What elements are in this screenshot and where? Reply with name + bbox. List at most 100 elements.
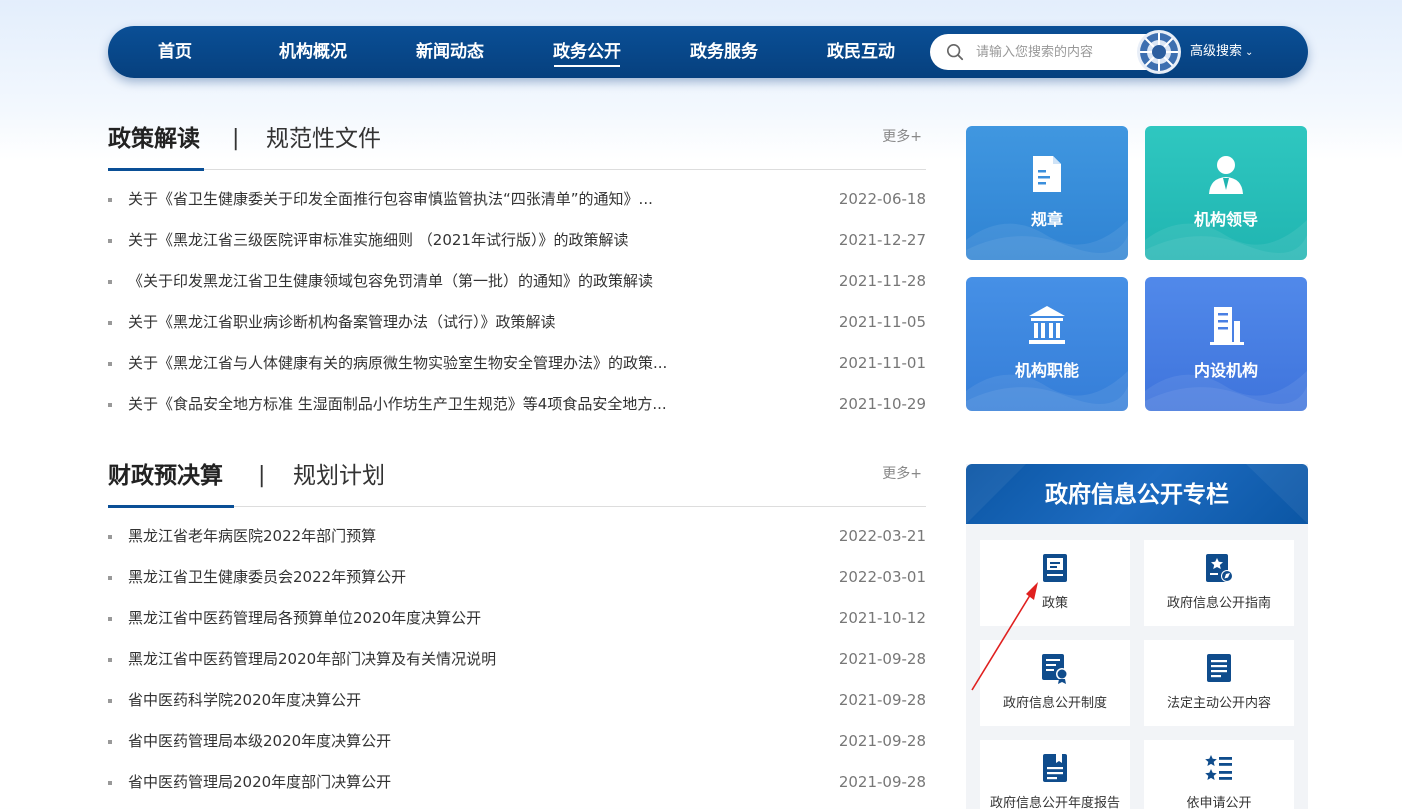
- institution-icon: [1029, 306, 1065, 344]
- bullet: [108, 362, 112, 366]
- list-item-date: 2021-09-28: [838, 691, 926, 709]
- info-card-guide[interactable]: 政府信息公开指南: [1144, 540, 1294, 626]
- policy-section: 政策解读 | 规范性文件 更多+ 关于《省卫生健康委关于印发全面推行包容审慎监管…: [108, 124, 926, 425]
- national-emblem-icon[interactable]: [1136, 29, 1182, 75]
- list-item-title[interactable]: 关于《食品安全地方标准 生湿面制品小作坊生产卫生规范》等4项食品安全地方...: [128, 384, 728, 425]
- list-item-title[interactable]: 省中医药科学院2020年度决算公开: [128, 680, 728, 721]
- list-item-date: 2022-06-18: [838, 190, 926, 208]
- tab-budget-final-accounts[interactable]: 财政预决算: [108, 461, 234, 508]
- list-item[interactable]: 黑龙江省卫生健康委员会2022年预算公开 2022-03-01: [108, 557, 926, 598]
- list-item-title[interactable]: 关于《黑龙江省职业病诊断机构备案管理办法（试行）》政策解读: [128, 302, 728, 343]
- document-icon: [1033, 156, 1061, 192]
- tile-label: 内设机构: [1193, 361, 1258, 380]
- nav-item-home[interactable]: 首页: [120, 26, 230, 78]
- list-item-title[interactable]: 黑龙江省中医药管理局2020年部门决算及有关情况说明: [128, 639, 728, 680]
- list-item-title[interactable]: 黑龙江省中医药管理局各预算单位2020年度决算公开: [128, 598, 728, 639]
- info-card-system[interactable]: 政府信息公开制度: [980, 640, 1130, 726]
- policy-section-header: 政策解读 | 规范性文件 更多+: [108, 124, 926, 171]
- building-icon: [1210, 307, 1244, 345]
- top-navigation: 首页 机构概况 新闻动态 政务公开 政务服务 政民互动 高级搜索⌄: [108, 26, 1308, 78]
- info-card-statutory-content[interactable]: 法定主动公开内容: [1144, 640, 1294, 726]
- tile-label: 机构职能: [1014, 361, 1079, 380]
- list-item-title[interactable]: 关于《省卫生健康委关于印发全面推行包容审慎监管执法“四张清单”的通知》...: [128, 179, 728, 220]
- certificate-icon: [1042, 654, 1068, 684]
- info-panel-title-text: 政府信息公开专栏: [1045, 482, 1229, 508]
- info-card-policy[interactable]: 政策: [980, 540, 1130, 626]
- list-item[interactable]: 省中医药管理局本级2020年度决算公开 2021-09-28: [108, 721, 926, 762]
- tile-regulations[interactable]: 规章: [966, 126, 1128, 260]
- list-item-title[interactable]: 黑龙江省卫生健康委员会2022年预算公开: [128, 557, 728, 598]
- list-item-date: 2021-11-05: [838, 313, 926, 331]
- bullet: [108, 280, 112, 284]
- report-icon: [1043, 754, 1067, 782]
- bullet: [108, 781, 112, 785]
- list-item[interactable]: 省中医药管理局2020年度部门决算公开 2021-09-28: [108, 762, 926, 803]
- list-item[interactable]: 关于《黑龙江省与人体健康有关的病原微生物实验室生物安全管理办法》的政策... 20…: [108, 343, 926, 384]
- policy-more-link[interactable]: 更多+: [882, 126, 922, 146]
- bullet: [108, 699, 112, 703]
- finance-more-link[interactable]: 更多+: [882, 463, 922, 483]
- advanced-search-button[interactable]: 高级搜索 ⌄: [1190, 26, 1253, 78]
- finance-section: 财政预决算 | 规划计划 更多+ 黑龙江省老年病医院2022年部门预算 2022-…: [108, 461, 926, 803]
- list-item[interactable]: 关于《省卫生健康委关于印发全面推行包容审慎监管执法“四张清单”的通知》... 20…: [108, 179, 926, 220]
- search-input[interactable]: [976, 34, 1146, 70]
- advanced-search-label: 高级搜索: [1190, 44, 1243, 59]
- list-item-date: 2021-11-28: [838, 272, 926, 290]
- list-item-date: 2021-09-28: [838, 732, 926, 750]
- list-item-title[interactable]: 黑龙江省老年病医院2022年部门预算: [128, 516, 728, 557]
- list-item[interactable]: 省中医药科学院2020年度决算公开 2021-09-28: [108, 680, 926, 721]
- bullet: [108, 576, 112, 580]
- info-card-annual-report[interactable]: 政府信息公开年度报告: [980, 740, 1130, 809]
- bullet: [108, 535, 112, 539]
- list-item[interactable]: 黑龙江省老年病医院2022年部门预算 2022-03-21: [108, 516, 926, 557]
- list-item[interactable]: 黑龙江省中医药管理局各预算单位2020年度决算公开 2021-10-12: [108, 598, 926, 639]
- info-card-label: 政策: [1041, 596, 1068, 611]
- tab-policy-interpretation[interactable]: 政策解读: [108, 124, 204, 171]
- nav-item-overview[interactable]: 机构概况: [258, 26, 368, 78]
- info-panel-title[interactable]: 政府信息公开专栏: [966, 464, 1308, 524]
- search-box: [930, 34, 1170, 70]
- search-icon[interactable]: [946, 43, 964, 61]
- info-card-label: 法定主动公开内容: [1166, 696, 1271, 711]
- list-document-icon: [1207, 654, 1231, 682]
- list-item-title[interactable]: 省中医药管理局2020年度部门决算公开: [128, 762, 728, 803]
- info-card-label: 政府信息公开年度报告: [989, 796, 1120, 809]
- nav-item-gov-affairs-public[interactable]: 政务公开: [532, 26, 642, 78]
- tile-departments[interactable]: 内设机构: [1145, 277, 1307, 411]
- tile-label: 规章: [1030, 210, 1063, 229]
- tab-planning[interactable]: 规划计划: [293, 461, 385, 491]
- list-item[interactable]: 关于《黑龙江省三级医院评审标准实施细则 （2021年试行版）》的政策解读 2021…: [108, 220, 926, 261]
- gov-info-disclosure-panel: 政府信息公开专栏 政策 政府信息公开指南 政府信息公开制度 法定主动公开内容 政…: [966, 464, 1308, 809]
- policy-list: 关于《省卫生健康委关于印发全面推行包容审慎监管执法“四张清单”的通知》... 20…: [108, 179, 926, 425]
- star-list-icon: [1205, 755, 1232, 780]
- nav-item-gov-services[interactable]: 政务服务: [669, 26, 779, 78]
- tile-label: 机构领导: [1193, 210, 1258, 229]
- list-item[interactable]: 《关于印发黑龙江省卫生健康领域包容免罚清单（第一批）的通知》的政策解读 2021-…: [108, 261, 926, 302]
- list-item-date: 2021-10-29: [838, 395, 926, 413]
- list-item[interactable]: 黑龙江省中医药管理局2020年部门决算及有关情况说明 2021-09-28: [108, 639, 926, 680]
- list-item-date: 2022-03-01: [838, 568, 926, 586]
- bullet: [108, 740, 112, 744]
- list-item-date: 2021-10-12: [838, 609, 926, 627]
- list-item-title[interactable]: 关于《黑龙江省与人体健康有关的病原微生物实验室生物安全管理办法》的政策...: [128, 343, 728, 384]
- list-item-title[interactable]: 关于《黑龙江省三级医院评审标准实施细则 （2021年试行版）》的政策解读: [128, 220, 728, 261]
- list-item-date: 2022-03-21: [838, 527, 926, 545]
- chevron-down-icon: ⌄: [1245, 47, 1254, 58]
- guide-icon: [1206, 554, 1233, 582]
- nav-item-news[interactable]: 新闻动态: [395, 26, 505, 78]
- list-item[interactable]: 关于《食品安全地方标准 生湿面制品小作坊生产卫生规范》等4项食品安全地方... 2…: [108, 384, 926, 425]
- info-card-request-disclosure[interactable]: 依申请公开: [1144, 740, 1294, 809]
- list-item-date: 2021-12-27: [838, 231, 926, 249]
- list-item-title[interactable]: 《关于印发黑龙江省卫生健康领域包容免罚清单（第一批）的通知》的政策解读: [128, 261, 728, 302]
- info-card-label: 政府信息公开制度: [1002, 696, 1107, 711]
- list-item-title[interactable]: 省中医药管理局本级2020年度决算公开: [128, 721, 728, 762]
- list-item-date: 2021-11-01: [838, 354, 926, 372]
- person-icon: [1209, 156, 1243, 194]
- nav-item-interaction[interactable]: 政民互动: [806, 26, 916, 78]
- list-item[interactable]: 关于《黑龙江省职业病诊断机构备案管理办法（试行）》政策解读 2021-11-05: [108, 302, 926, 343]
- tile-leadership[interactable]: 机构领导: [1145, 126, 1307, 260]
- tile-functions[interactable]: 机构职能: [966, 277, 1128, 411]
- bullet: [108, 617, 112, 621]
- tab-normative-documents[interactable]: 规范性文件: [266, 124, 381, 154]
- finance-list: 黑龙江省老年病医院2022年部门预算 2022-03-21 黑龙江省卫生健康委员会…: [108, 516, 926, 803]
